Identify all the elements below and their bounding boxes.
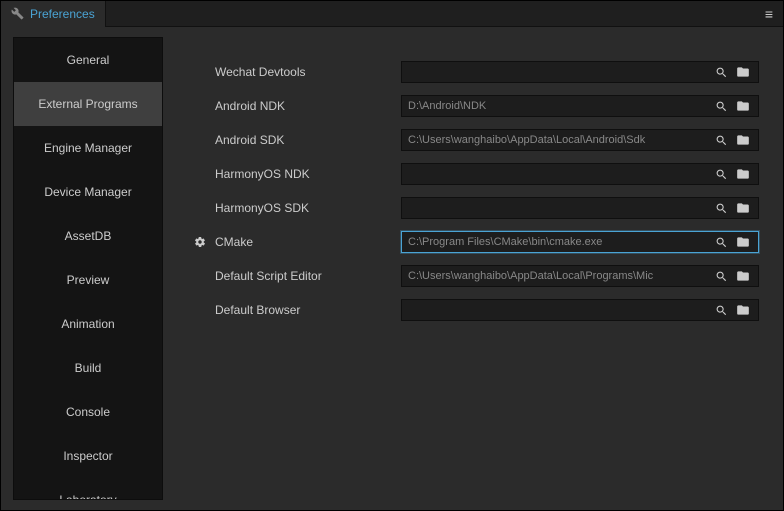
field-label: Default Script Editor [215,269,395,283]
field-label: HarmonyOS NDK [215,167,395,181]
path-input[interactable]: C:\Users\wanghaibo\AppData\Local\Android… [401,129,759,151]
sidebar-item-label: Preview [67,273,110,287]
content: General External Programs Engine Manager De… [1,27,783,510]
gear-cell [191,236,209,248]
field-wrap: C:\Users\wanghaibo\AppData\Local\Program… [401,265,759,287]
search-icon[interactable] [712,301,730,319]
form-row: HarmonyOS SDK [191,191,759,225]
sidebar-item-laboratory[interactable]: Laboratory [14,478,162,500]
search-icon[interactable] [712,165,730,183]
field-label: CMake [215,235,395,249]
sidebar-item-animation[interactable]: Animation [14,302,162,346]
path-input[interactable]: C:\Program Files\CMake\bin\cmake.exe [401,231,759,253]
field-wrap [401,163,759,185]
titlebar: Preferences ≡ [1,1,783,27]
search-icon[interactable] [712,199,730,217]
form-row: Wechat Devtools [191,55,759,89]
sidebar-item-label: Engine Manager [44,141,132,155]
sidebar-item-label: Inspector [63,449,112,463]
field-label: HarmonyOS SDK [215,201,395,215]
search-icon[interactable] [712,267,730,285]
sidebar-item-label: Animation [61,317,114,331]
folder-icon[interactable] [734,97,752,115]
path-input[interactable]: D:\Android\NDK [401,95,759,117]
field-wrap [401,299,759,321]
field-wrap: C:\Program Files\CMake\bin\cmake.exe [401,231,759,253]
sidebar-item-label: Build [75,361,102,375]
form-row: Android SDK C:\Users\wanghaibo\AppData\Lo… [191,123,759,157]
sidebar-item-external-programs[interactable]: External Programs [14,82,162,126]
folder-icon[interactable] [734,301,752,319]
field-label: Android SDK [215,133,395,147]
tab-preferences[interactable]: Preferences [1,1,106,27]
search-icon[interactable] [712,131,730,149]
sidebar-item-label: Console [66,405,110,419]
sidebar-item-label: Laboratory [59,493,116,500]
sidebar-item-assetdb[interactable]: AssetDB [14,214,162,258]
sidebar-item-engine-manager[interactable]: Engine Manager [14,126,162,170]
form-row: Android NDK D:\Android\NDK [191,89,759,123]
folder-icon[interactable] [734,199,752,217]
path-input[interactable] [401,197,759,219]
search-icon[interactable] [712,233,730,251]
path-input-value: C:\Users\wanghaibo\AppData\Local\Android… [408,134,708,146]
path-input[interactable] [401,299,759,321]
path-input[interactable]: C:\Users\wanghaibo\AppData\Local\Program… [401,265,759,287]
field-label: Android NDK [215,99,395,113]
sidebar-item-device-manager[interactable]: Device Manager [14,170,162,214]
search-icon[interactable] [712,63,730,81]
hamburger-menu-icon[interactable]: ≡ [755,6,783,22]
path-input[interactable] [401,163,759,185]
sidebar-item-label: External Programs [38,97,137,111]
form-row: CMake C:\Program Files\CMake\bin\cmake.ex… [191,225,759,259]
folder-icon[interactable] [734,131,752,149]
field-label: Wechat Devtools [215,65,395,79]
sidebar-item-inspector[interactable]: Inspector [14,434,162,478]
gear-icon[interactable] [194,236,206,248]
sidebar-item-label: General [67,53,110,67]
path-input-value: C:\Users\wanghaibo\AppData\Local\Program… [408,270,708,282]
field-wrap [401,197,759,219]
folder-icon[interactable] [734,233,752,251]
sidebar-item-general[interactable]: General [14,38,162,82]
sidebar-wrap: General External Programs Engine Manager De… [1,27,171,510]
main-panel: Wechat Devtools Android NDK D:\Android\NDK… [171,27,783,510]
form-row: HarmonyOS NDK [191,157,759,191]
path-input-value: D:\Android\NDK [408,100,708,112]
field-label: Default Browser [215,303,395,317]
sidebar-item-console[interactable]: Console [14,390,162,434]
folder-icon[interactable] [734,63,752,81]
folder-icon[interactable] [734,267,752,285]
field-wrap [401,61,759,83]
folder-icon[interactable] [734,165,752,183]
field-wrap: D:\Android\NDK [401,95,759,117]
path-input[interactable] [401,61,759,83]
form-row: Default Browser [191,293,759,327]
wrench-icon [11,7,24,20]
tab-title: Preferences [30,7,95,21]
sidebar-item-label: Device Manager [44,185,131,199]
form-row: Default Script Editor C:\Users\wanghaibo\… [191,259,759,293]
sidebar-item-label: AssetDB [65,229,112,243]
sidebar-item-build[interactable]: Build [14,346,162,390]
path-input-value: C:\Program Files\CMake\bin\cmake.exe [408,236,708,248]
field-wrap: C:\Users\wanghaibo\AppData\Local\Android… [401,129,759,151]
sidebar-item-preview[interactable]: Preview [14,258,162,302]
sidebar: General External Programs Engine Manager De… [13,37,163,500]
search-icon[interactable] [712,97,730,115]
